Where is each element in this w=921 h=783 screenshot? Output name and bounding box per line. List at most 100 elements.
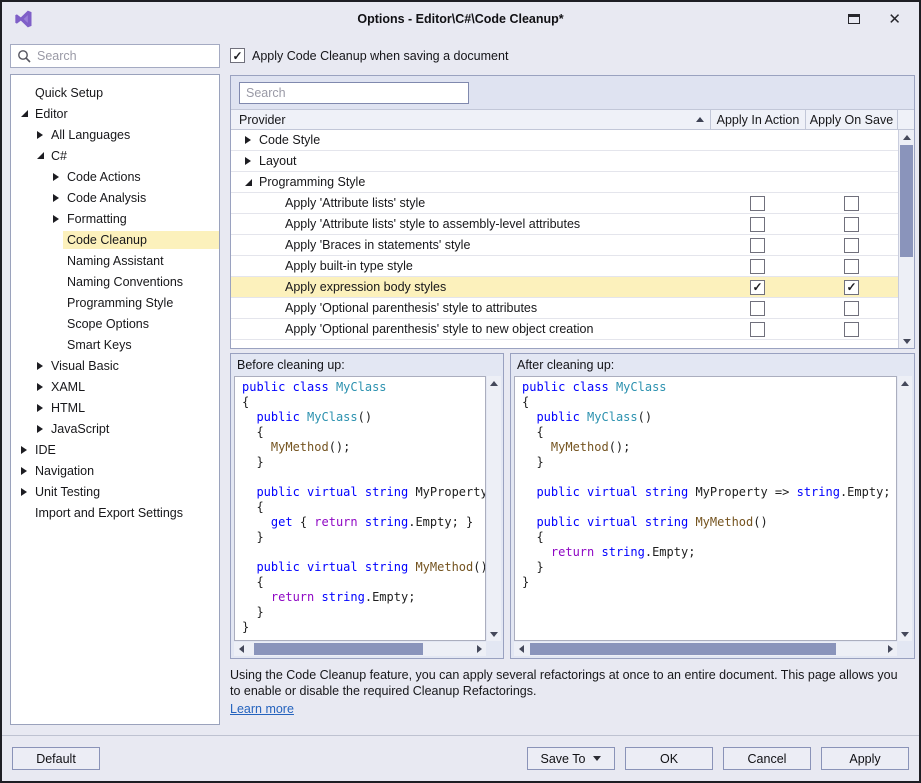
scroll-thumb[interactable]	[530, 643, 836, 655]
cancel-button[interactable]: Cancel	[723, 747, 811, 770]
apply-button[interactable]: Apply	[821, 747, 909, 770]
on-save-checkbox[interactable]	[844, 322, 859, 337]
sidebar: Quick SetupEditorAll LanguagesC#Code Act…	[10, 44, 220, 725]
apply-on-save-checkbox[interactable]: ✓	[230, 48, 245, 63]
collapsed-icon[interactable]	[33, 425, 47, 433]
tree-item-scope-options[interactable]: Scope Options	[11, 313, 219, 334]
sidebar-search-input[interactable]	[37, 49, 213, 63]
scroll-down-button[interactable]	[487, 627, 501, 641]
tree-item-ide[interactable]: IDE	[11, 439, 219, 460]
grid-vscrollbar[interactable]	[898, 130, 914, 348]
collapsed-icon[interactable]	[33, 362, 47, 370]
collapsed-icon[interactable]	[241, 136, 255, 144]
default-button[interactable]: Default	[12, 747, 100, 770]
scroll-left-button[interactable]	[514, 642, 528, 656]
collapsed-icon[interactable]	[241, 157, 255, 165]
collapsed-icon[interactable]	[49, 173, 63, 181]
apply-in-action-column-header[interactable]: Apply In Action	[710, 110, 805, 129]
provider-group-row-code-style[interactable]: Code Style	[231, 130, 898, 151]
in-action-checkbox[interactable]	[750, 196, 765, 211]
scroll-down-button[interactable]	[898, 627, 912, 641]
provider-search-input[interactable]	[239, 82, 469, 104]
scroll-down-button[interactable]	[899, 334, 914, 348]
after-vscrollbar[interactable]	[898, 376, 912, 641]
scroll-thumb[interactable]	[254, 643, 423, 655]
tree-item-editor[interactable]: Editor	[11, 103, 219, 124]
collapsed-icon[interactable]	[33, 131, 47, 139]
collapsed-icon[interactable]	[17, 446, 31, 454]
in-action-checkbox[interactable]	[750, 259, 765, 274]
close-button[interactable]: ✕	[888, 12, 901, 27]
on-save-checkbox[interactable]	[844, 259, 859, 274]
before-code-box[interactable]: public class MyClass{ public MyClass() {…	[234, 376, 486, 641]
save-to-button[interactable]: Save To	[527, 747, 615, 770]
on-save-checkbox[interactable]	[844, 238, 859, 253]
scroll-up-button[interactable]	[899, 130, 914, 144]
before-hscrollbar[interactable]	[234, 642, 486, 656]
before-vscrollbar[interactable]	[487, 376, 501, 641]
scroll-up-button[interactable]	[898, 376, 912, 390]
scroll-thumb[interactable]	[900, 145, 913, 257]
in-action-checkbox[interactable]	[750, 322, 765, 337]
tree-item-import-and-export-settings[interactable]: Import and Export Settings	[11, 502, 219, 523]
tree-item-c#[interactable]: C#	[11, 145, 219, 166]
tree-item-code-actions[interactable]: Code Actions	[11, 166, 219, 187]
on-save-checkbox[interactable]	[844, 301, 859, 316]
on-save-checkbox[interactable]	[844, 217, 859, 232]
collapsed-icon[interactable]	[33, 404, 47, 412]
tree-item-programming-style[interactable]: Programming Style	[11, 292, 219, 313]
maximize-button[interactable]	[848, 14, 860, 24]
learn-more-link[interactable]: Learn more	[230, 701, 294, 717]
collapsed-icon[interactable]	[33, 383, 47, 391]
tree-item-visual-basic[interactable]: Visual Basic	[11, 355, 219, 376]
tree-item-quick-setup[interactable]: Quick Setup	[11, 82, 219, 103]
tree-item-label: Formatting	[63, 210, 131, 228]
provider-group-row-programming-style[interactable]: Programming Style	[231, 172, 898, 193]
provider-row-apply-optional-parenthesis-style-to-new-object-creation[interactable]: Apply 'Optional parenthesis' style to ne…	[231, 319, 898, 340]
collapsed-icon[interactable]	[49, 194, 63, 202]
code-line: }	[522, 575, 896, 590]
after-hscrollbar[interactable]	[514, 642, 897, 656]
after-code-box[interactable]: public class MyClass{ public MyClass() {…	[514, 376, 897, 641]
apply-on-save-column-header[interactable]: Apply On Save	[805, 110, 898, 129]
tree-item-naming-conventions[interactable]: Naming Conventions	[11, 271, 219, 292]
provider-row-apply-expression-body-styles[interactable]: Apply expression body styles✓✓	[231, 277, 898, 298]
scroll-left-button[interactable]	[234, 642, 248, 656]
collapsed-icon[interactable]	[17, 488, 31, 496]
tree-item-code-cleanup[interactable]: Code Cleanup	[11, 229, 219, 250]
collapsed-icon[interactable]	[17, 467, 31, 475]
provider-group-row-layout[interactable]: Layout	[231, 151, 898, 172]
tree-item-code-analysis[interactable]: Code Analysis	[11, 187, 219, 208]
scroll-right-button[interactable]	[883, 642, 897, 656]
in-action-checkbox[interactable]	[750, 301, 765, 316]
tree-item-xaml[interactable]: XAML	[11, 376, 219, 397]
tree-item-smart-keys[interactable]: Smart Keys	[11, 334, 219, 355]
provider-row-apply-attribute-lists-style-to-assembly-level-attributes[interactable]: Apply 'Attribute lists' style to assembl…	[231, 214, 898, 235]
tree-item-label: Code Analysis	[63, 189, 150, 207]
expanded-icon[interactable]	[33, 152, 47, 159]
tree-item-navigation[interactable]: Navigation	[11, 460, 219, 481]
sidebar-search[interactable]	[10, 44, 220, 68]
tree-item-formatting[interactable]: Formatting	[11, 208, 219, 229]
tree-item-unit-testing[interactable]: Unit Testing	[11, 481, 219, 502]
provider-column-header[interactable]: Provider	[231, 110, 710, 129]
in-action-checkbox[interactable]	[750, 217, 765, 232]
provider-row-apply-built-in-type-style[interactable]: Apply built-in type style	[231, 256, 898, 277]
ok-button[interactable]: OK	[625, 747, 713, 770]
tree-item-html[interactable]: HTML	[11, 397, 219, 418]
provider-row-apply-attribute-lists-style[interactable]: Apply 'Attribute lists' style	[231, 193, 898, 214]
on-save-checkbox[interactable]	[844, 196, 859, 211]
provider-row-apply-optional-parenthesis-style-to-attributes[interactable]: Apply 'Optional parenthesis' style to at…	[231, 298, 898, 319]
expanded-icon[interactable]	[17, 110, 31, 117]
collapsed-icon[interactable]	[49, 215, 63, 223]
provider-row-apply-braces-in-statements-style[interactable]: Apply 'Braces in statements' style	[231, 235, 898, 256]
scroll-up-button[interactable]	[487, 376, 501, 390]
on-save-checkbox[interactable]: ✓	[844, 280, 859, 295]
in-action-checkbox[interactable]	[750, 238, 765, 253]
in-action-checkbox[interactable]: ✓	[750, 280, 765, 295]
tree-item-all-languages[interactable]: All Languages	[11, 124, 219, 145]
scroll-right-button[interactable]	[472, 642, 486, 656]
tree-item-naming-assistant[interactable]: Naming Assistant	[11, 250, 219, 271]
expanded-icon[interactable]	[241, 179, 255, 186]
tree-item-javascript[interactable]: JavaScript	[11, 418, 219, 439]
